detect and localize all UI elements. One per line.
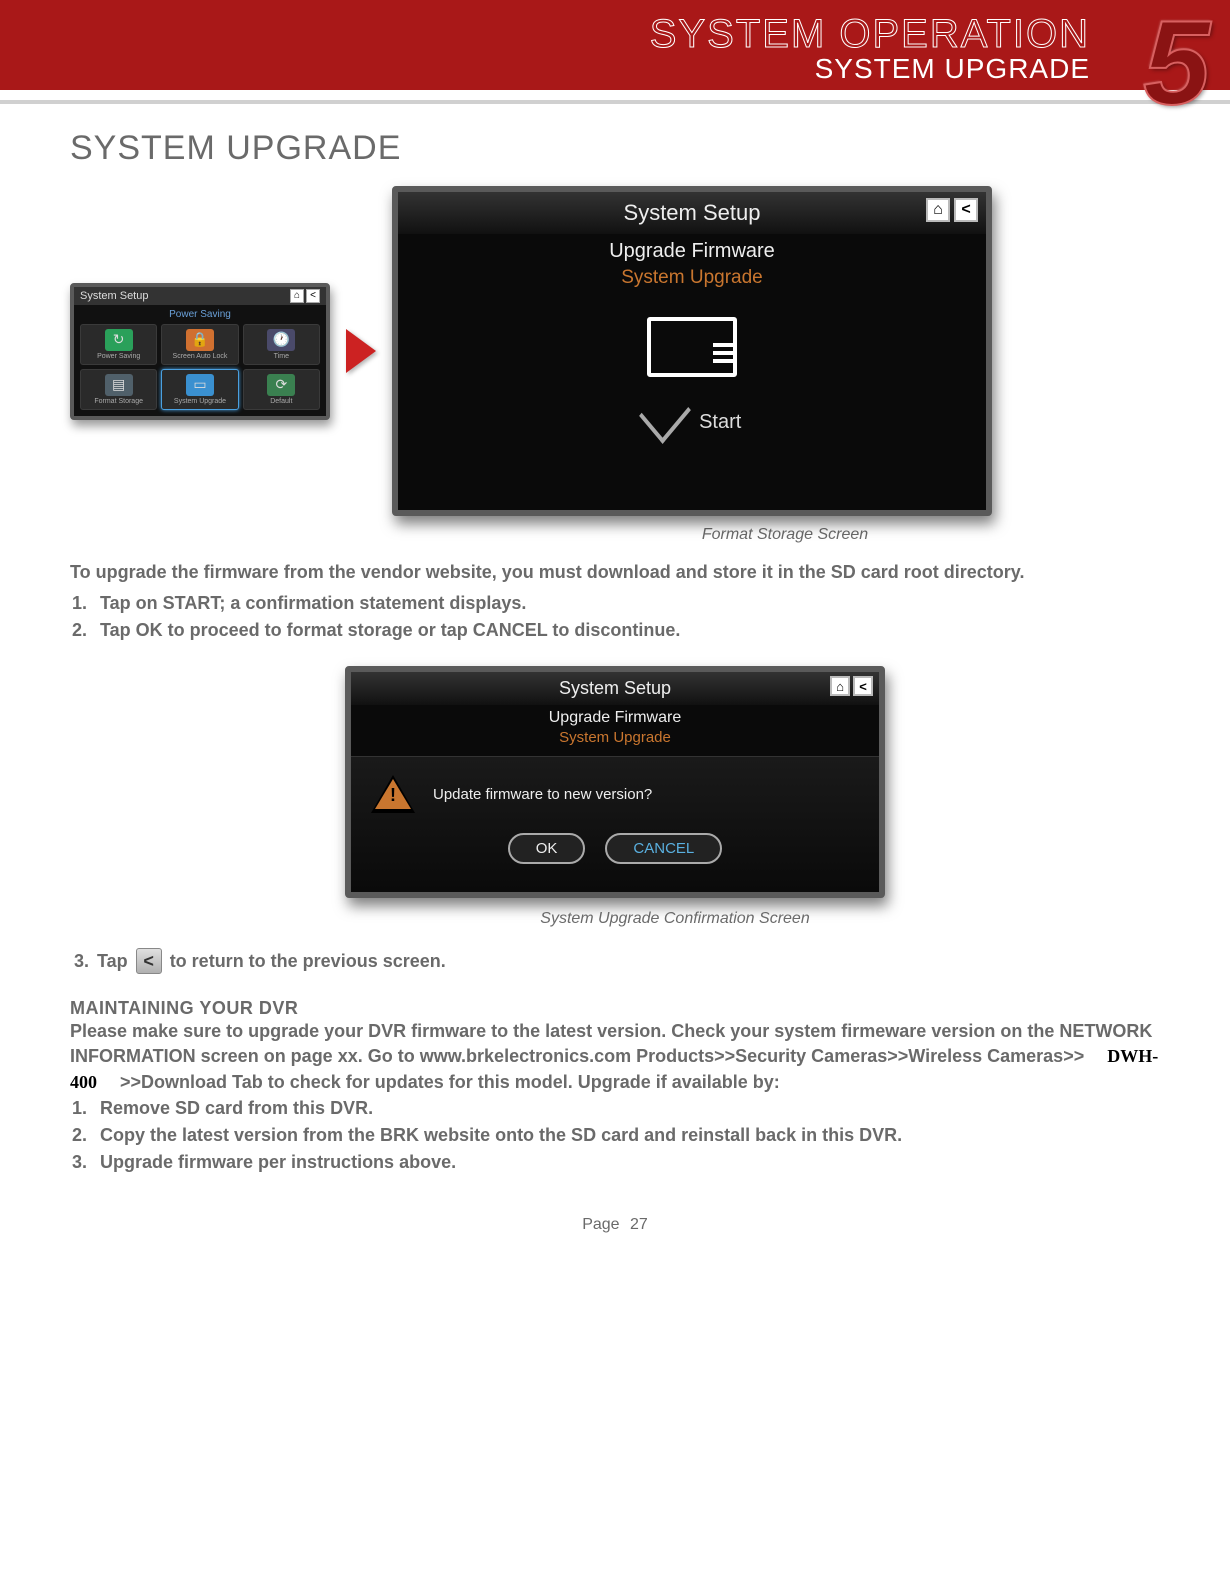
maint-pre: Please make sure to upgrade your DVR fir… — [70, 1021, 1152, 1066]
header-title-outline: SYSTEM OPERATION — [0, 12, 1090, 57]
midshot-sub2: System Upgrade — [351, 729, 879, 746]
page-footer: Page 27 — [70, 1216, 1160, 1234]
confirmation-screen: System Setup ⌂ < Upgrade Firmware System… — [345, 666, 885, 898]
confirm-question: Update firmware to new version? — [433, 786, 652, 803]
step-1: Tap on START; a confirmation statement d… — [92, 590, 1160, 617]
back-icon[interactable]: < — [954, 198, 978, 222]
arrow-right-icon — [346, 329, 376, 373]
bigshot-sub: Upgrade Firmware — [398, 240, 986, 263]
intro-text: To upgrade the firmware from the vendor … — [70, 560, 1160, 584]
thumb-header: System Setup ⌂ < — [74, 287, 326, 305]
thumb-item-time[interactable]: 🕐Time — [243, 324, 320, 365]
maint-post: >>Download Tab to check for updates for … — [120, 1072, 780, 1092]
maintaining-text: Please make sure to upgrade your DVR fir… — [70, 1019, 1160, 1095]
thumb-item-power-saving[interactable]: ↻Power Saving — [80, 324, 157, 365]
page-label: Page — [582, 1216, 619, 1233]
bigshot-sub2: System Upgrade — [398, 267, 986, 289]
maint-step-2: Copy the latest version from the BRK web… — [92, 1122, 1160, 1149]
header-subtitle: SYSTEM UPGRADE — [0, 53, 1090, 85]
chapter-number: 5 — [1143, 0, 1210, 132]
bigshot-title: System Setup — [624, 200, 761, 225]
thumb-title: System Setup — [80, 290, 148, 302]
back-icon[interactable]: < — [853, 676, 873, 696]
header-band: SYSTEM OPERATION SYSTEM UPGRADE 5 — [0, 0, 1230, 90]
home-icon[interactable]: ⌂ — [830, 676, 850, 696]
caption-confirmation: System Upgrade Confirmation Screen — [190, 910, 1160, 928]
warning-icon — [371, 775, 415, 813]
start-button[interactable]: Start — [602, 395, 782, 434]
steps-list-a: Tap on START; a confirmation statement d… — [92, 590, 1160, 644]
cancel-button[interactable]: CANCEL — [605, 833, 722, 864]
start-label: Start — [699, 411, 741, 433]
maint-step-1: Remove SD card from this DVR. — [92, 1095, 1160, 1122]
thumb-subtitle: Power Saving — [80, 309, 320, 320]
caption-format-storage: Format Storage Screen — [410, 526, 1160, 544]
screenshot-row: System Setup ⌂ < Power Saving ↻Power Sav… — [70, 186, 1160, 516]
thumb-item-default[interactable]: ⟳Default — [243, 369, 320, 410]
maint-step-3: Upgrade firmware per instructions above. — [92, 1149, 1160, 1176]
step-3: 3. Tap < to return to the previous scree… — [70, 948, 1160, 974]
maintaining-heading: MAINTAINING YOUR DVR — [70, 998, 1160, 1019]
system-setup-thumbnail: System Setup ⌂ < Power Saving ↻Power Sav… — [70, 283, 330, 420]
midshot-sub: Upgrade Firmware — [351, 709, 879, 727]
home-icon[interactable]: ⌂ — [290, 289, 304, 303]
ok-button[interactable]: OK — [508, 833, 586, 864]
step3-post: to return to the previous screen. — [170, 951, 446, 972]
thumb-item-system-upgrade[interactable]: ▭System Upgrade — [161, 369, 238, 410]
back-icon[interactable]: < — [306, 289, 320, 303]
step3-pre: Tap — [97, 951, 128, 972]
page-title: SYSTEM UPGRADE — [70, 129, 1160, 168]
steps-list-b: Remove SD card from this DVR. Copy the l… — [92, 1095, 1160, 1176]
thumb-item-format-storage[interactable]: ▤Format Storage — [80, 369, 157, 410]
page-number: 27 — [630, 1216, 648, 1233]
midshot-title: System Setup — [559, 678, 671, 698]
home-icon[interactable]: ⌂ — [926, 198, 950, 222]
sd-card-icon — [647, 317, 737, 377]
step-2: Tap OK to proceed to format storage or t… — [92, 617, 1160, 644]
checkmark-icon — [639, 382, 691, 444]
back-icon[interactable]: < — [136, 948, 162, 974]
system-upgrade-screen: System Setup ⌂ < Upgrade Firmware System… — [392, 186, 992, 516]
thumb-item-screen-auto-lock[interactable]: 🔒Screen Auto Lock — [161, 324, 238, 365]
